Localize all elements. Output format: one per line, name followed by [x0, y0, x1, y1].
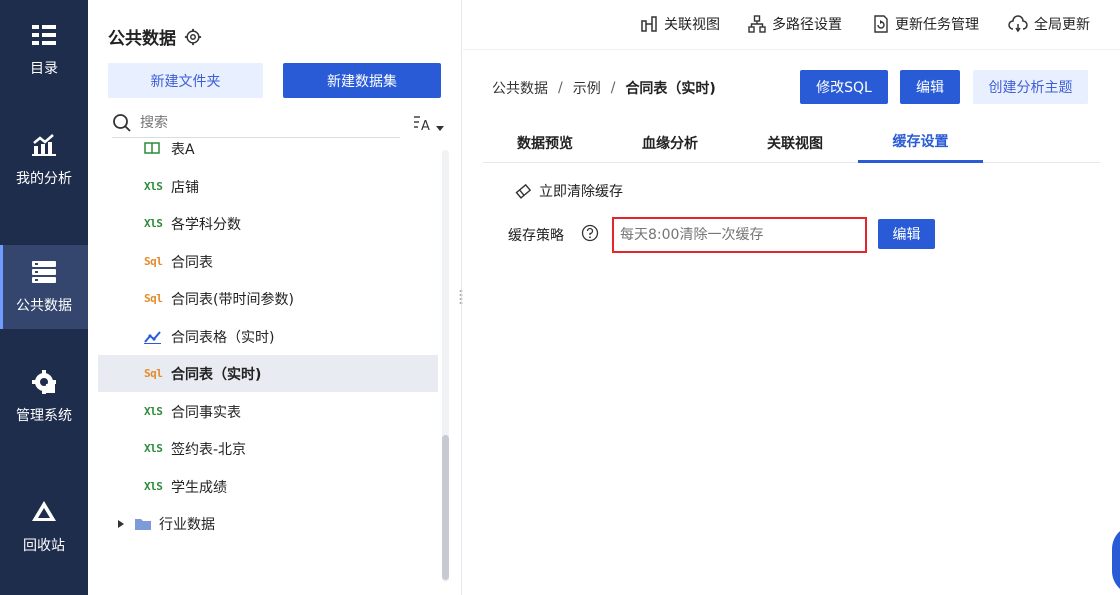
table-icon [144, 141, 164, 156]
list-item-label: 合同表（实时) [171, 366, 262, 383]
admin-system-icon [31, 369, 57, 395]
action-label: 全局更新 [1034, 17, 1090, 33]
search-icon [113, 113, 131, 132]
update-task-icon [874, 15, 888, 33]
nav-item-my-analysis[interactable]: 我的分析 [0, 118, 88, 202]
folder-label: 行业数据 [159, 516, 215, 533]
list-item[interactable]: Sql 合同表(带时间参数) [98, 280, 438, 317]
global-update-icon [1008, 15, 1028, 33]
search-box [112, 108, 400, 138]
scrollbar-thumb[interactable] [442, 435, 449, 580]
recycle-bin-icon [31, 499, 57, 525]
modify-sql-button[interactable]: 修改SQL [800, 70, 888, 104]
sql-icon: Sql [144, 291, 163, 305]
update-task-button[interactable]: 更新任务管理 [871, 14, 979, 34]
dataset-list: 表A XlS 店铺 XlS 各学科分数 Sql 合同表 Sql 合同表(带时间参… [98, 140, 438, 585]
folder-item[interactable]: 行业数据 [98, 505, 438, 542]
sort-icon[interactable]: A [413, 113, 445, 135]
tab-relation-view[interactable]: 关联视图 [743, 122, 847, 163]
xls-icon: XlS [144, 479, 163, 493]
sql-icon: Sql [144, 254, 163, 268]
cache-strategy-input[interactable] [620, 227, 860, 243]
xls-icon: XlS [144, 441, 163, 455]
list-item[interactable]: 表A [98, 140, 438, 167]
nav-label: 回收站 [23, 538, 65, 554]
xls-icon: XlS [144, 404, 163, 418]
nav-item-recycle-bin[interactable]: 回收站 [0, 485, 88, 569]
list-item-selected[interactable]: Sql 合同表（实时) [98, 355, 438, 392]
relation-view-button[interactable]: 关联视图 [640, 14, 720, 34]
tab-cache-settings[interactable]: 缓存设置 [858, 122, 983, 163]
list-item-label: 学生成绩 [171, 479, 227, 496]
breadcrumb: 公共数据 / 示例 / 合同表（实时) [492, 78, 716, 98]
cache-edit-button[interactable]: 编辑 [878, 219, 935, 249]
new-folder-button[interactable]: 新建文件夹 [108, 63, 263, 98]
list-item[interactable]: 合同表格（实时) [98, 318, 438, 355]
action-label: 更新任务管理 [895, 17, 979, 33]
svg-text:A: A [421, 119, 430, 134]
list-item-label: 各学科分数 [171, 216, 241, 233]
list-item-label: 合同表格（实时) [171, 329, 275, 346]
nav-label: 管理系统 [16, 408, 72, 424]
list-item[interactable]: Sql 合同表 [98, 243, 438, 280]
list-item[interactable]: XlS 各学科分数 [98, 205, 438, 242]
new-dataset-button[interactable]: 新建数据集 [283, 63, 441, 98]
relation-view-icon [641, 16, 657, 32]
list-item[interactable]: XlS 签约表-北京 [98, 430, 438, 467]
global-update-button[interactable]: 全局更新 [1008, 14, 1090, 34]
breadcrumb-item[interactable]: 公共数据 [492, 78, 548, 98]
my-analysis-icon [31, 132, 57, 158]
help-icon[interactable] [581, 224, 599, 242]
nav-label: 我的分析 [16, 171, 72, 187]
tab-lineage[interactable]: 血缘分析 [618, 122, 722, 163]
public-data-icon [31, 259, 57, 285]
nav-item-admin-system[interactable]: 管理系统 [0, 355, 88, 439]
list-item[interactable]: XlS 学生成绩 [98, 468, 438, 505]
edit-button[interactable]: 编辑 [900, 70, 960, 104]
clear-cache-button[interactable]: 立即清除缓存 [515, 181, 623, 201]
breadcrumb-separator: / [610, 80, 616, 96]
cache-strategy-field [612, 217, 867, 253]
tab-bar: 数据预览 血缘分析 关联视图 缓存设置 [483, 122, 1100, 163]
multi-path-button[interactable]: 多路径设置 [748, 14, 842, 34]
tree-title-text: 公共数据 [108, 29, 176, 49]
create-topic-button[interactable]: 创建分析主题 [973, 70, 1088, 104]
list-item-label: 签约表-北京 [171, 441, 247, 458]
xls-icon: XlS [144, 216, 163, 230]
xls-icon: XlS [144, 179, 163, 193]
catalog-icon [31, 22, 57, 48]
nav-label: 公共数据 [16, 298, 72, 314]
tree-scrollbar[interactable] [442, 150, 449, 582]
list-item-label: 合同表 [171, 254, 213, 271]
list-item-label: 店铺 [171, 179, 199, 196]
caret-right-icon[interactable] [116, 519, 126, 529]
list-item-label: 表A [171, 141, 195, 158]
action-label: 关联视图 [664, 17, 720, 33]
left-nav: 目录 我的分析 公共数据 管理系统 回收站 [0, 0, 88, 595]
nav-item-public-data[interactable]: 公共数据 [0, 245, 88, 329]
tab-data-preview[interactable]: 数据预览 [493, 122, 597, 163]
cache-strategy-label: 缓存策略 [508, 228, 564, 244]
action-label: 多路径设置 [772, 17, 842, 33]
tree-title: 公共数据 [108, 24, 202, 49]
sql-icon: Sql [144, 366, 163, 380]
clear-cache-label: 立即清除缓存 [539, 184, 623, 200]
multi-path-icon [748, 15, 766, 33]
breadcrumb-item[interactable]: 示例 [573, 78, 601, 98]
search-input[interactable] [140, 114, 380, 131]
breadcrumb-separator: / [558, 80, 563, 96]
folder-icon [135, 518, 151, 530]
list-item-label: 合同表(带时间参数) [171, 291, 294, 308]
nav-item-catalog[interactable]: 目录 [0, 8, 88, 92]
list-item[interactable]: XlS 合同事实表 [98, 393, 438, 430]
eraser-icon [515, 183, 531, 199]
nav-label: 目录 [30, 61, 58, 77]
list-item-label: 合同事实表 [171, 404, 241, 421]
breadcrumb-current: 合同表（实时) [625, 81, 716, 97]
gear-icon[interactable] [184, 28, 202, 46]
list-item[interactable]: XlS 店铺 [98, 168, 438, 205]
line-chart-icon [144, 330, 164, 344]
